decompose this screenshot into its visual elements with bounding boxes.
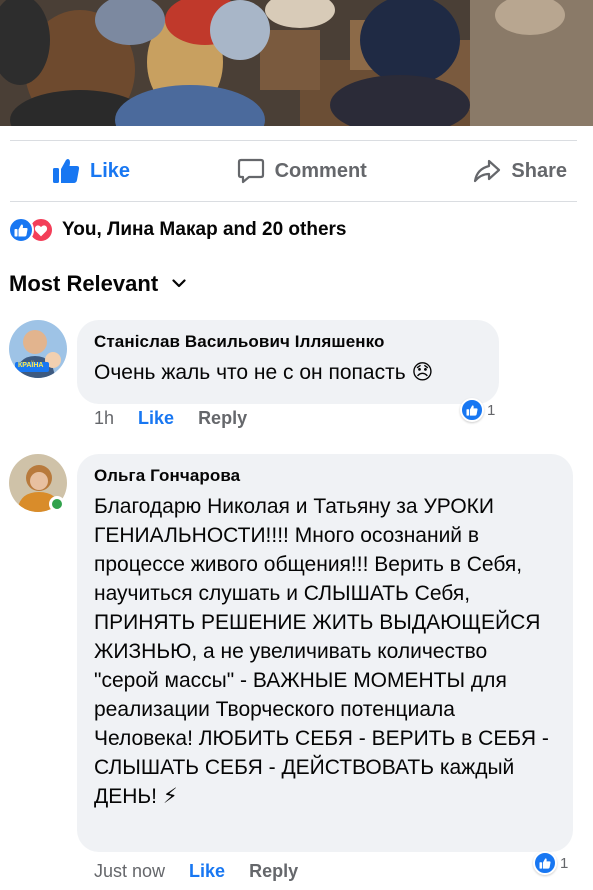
comment-reply-button[interactable]: Reply (249, 861, 298, 882)
like-button-label: Like (90, 159, 131, 182)
reaction-count-value: 1 (560, 854, 569, 872)
reactions-summary[interactable]: You, Лина Макар and 20 others (8, 216, 347, 244)
comment-reaction-count[interactable]: 1 (533, 851, 568, 875)
comment-reply-button[interactable]: Reply (198, 408, 247, 429)
comment-like-button[interactable]: Like (189, 861, 225, 882)
online-status-indicator (49, 496, 65, 512)
comment-button[interactable]: Comment (237, 157, 367, 185)
comment-meta: Just now Like Reply (94, 861, 298, 882)
post-action-bar: Like Comment Share (10, 140, 577, 202)
post-photo[interactable] (0, 0, 593, 126)
comment-bubble-icon (237, 157, 265, 185)
thumbs-up-icon (52, 158, 80, 184)
chevron-down-icon (172, 275, 186, 293)
reaction-count-value: 1 (487, 401, 496, 419)
share-arrow-icon (473, 158, 501, 184)
avatar-badge-text: КРАЇНА (18, 362, 44, 369)
like-button[interactable]: Like (52, 158, 130, 184)
avatar[interactable]: КРАЇНА (9, 320, 67, 378)
comment-text: Очень жаль что не с он попасть 😞 (94, 361, 434, 384)
comment-reaction-count[interactable]: 1 (460, 398, 495, 422)
sort-label: Most Relevant (9, 271, 159, 296)
comment-sort-dropdown[interactable]: Most Relevant (9, 271, 186, 297)
like-reaction-icon (460, 398, 484, 422)
share-button[interactable]: Share (473, 158, 567, 184)
share-button-label: Share (511, 159, 567, 182)
comment-author[interactable]: Станіслав Васильович Ілляшенко (94, 332, 481, 352)
comment-button-label: Comment (274, 159, 367, 182)
comment-timestamp[interactable]: 1h (94, 408, 114, 429)
comment-bubble: Станіслав Васильович Ілляшенко Очень жал… (77, 320, 499, 404)
like-reaction-icon (533, 851, 557, 875)
comment-meta: 1h Like Reply (94, 408, 247, 429)
comment-timestamp[interactable]: Just now (94, 861, 165, 882)
comment-text: Благодарю Николая и Татьяну за УРОКИ ГЕН… (94, 495, 549, 808)
comment-like-button[interactable]: Like (138, 408, 174, 429)
reactions-summary-text: You, Лина Макар and 20 others (62, 219, 347, 240)
like-reaction-icon (8, 217, 34, 243)
comment-bubble: Ольга Гончарова Благодарю Николая и Тать… (77, 454, 573, 852)
comment-author[interactable]: Ольга Гончарова (94, 466, 555, 486)
